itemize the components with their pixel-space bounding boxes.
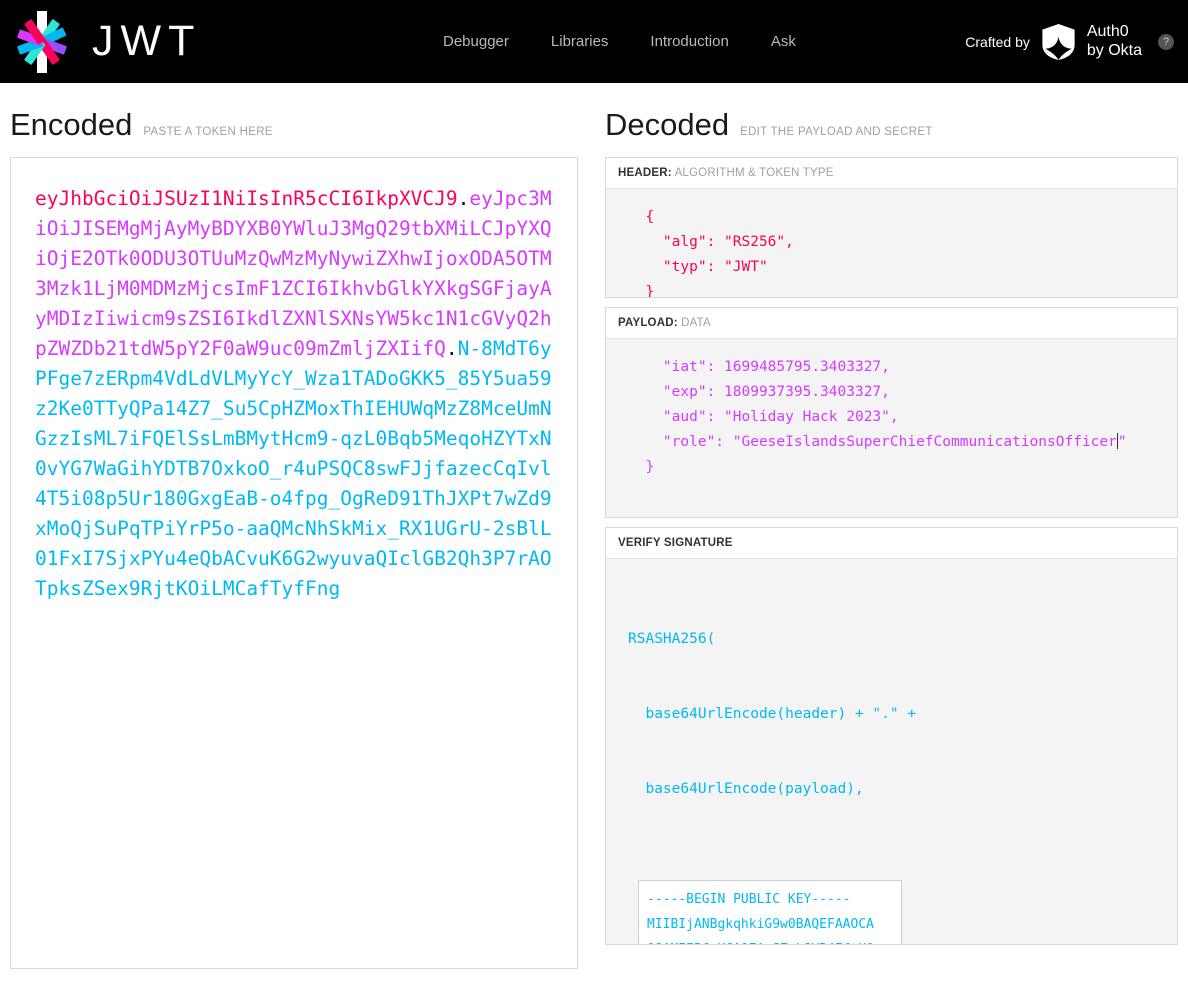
signature-payload-encode-line: base64UrlEncode(payload), (628, 781, 864, 797)
payload-text-before-caret: "iat": 1699485795.3403327, "exp": 180993… (662, 359, 1117, 450)
payload-panel-label-rest: DATA (681, 317, 711, 329)
nav-link-debugger[interactable]: Debugger (443, 33, 509, 50)
header-panel-label-bold: HEADER: (618, 167, 672, 179)
signature-panel-label-bold: VERIFY SIGNATURE (618, 537, 733, 549)
crafted-by-label: Crafted by (965, 33, 1030, 50)
decoded-heading: Decoded EDIT THE PAYLOAD AND SECRET (605, 107, 1178, 143)
crafted-by-block: Crafted by Auth0 by Okta ? (965, 23, 1174, 61)
encoded-subtitle: PASTE A TOKEN HERE (143, 126, 273, 138)
encoded-column: Encoded PASTE A TOKEN HERE eyJhbGciOiJSU… (0, 83, 594, 969)
decoded-title: Decoded (605, 107, 730, 142)
nav-link-libraries[interactable]: Libraries (551, 33, 609, 50)
signature-algorithm-line: RSASHA256( (628, 631, 716, 647)
payload-json-editor[interactable]: "iat": 1699485795.3403327, "exp": 180993… (606, 339, 1177, 517)
decoded-column: Decoded EDIT THE PAYLOAD AND SECRET HEAD… (594, 83, 1188, 969)
public-key-input[interactable] (638, 880, 902, 944)
signature-header-encode-line: base64UrlEncode(header) + "." + (628, 706, 917, 722)
auth0-line-1: Auth0 (1086, 22, 1129, 40)
encoded-token-editor[interactable]: eyJhbGciOiJSUzI1NiIsInR5cCI6IkpXVCJ9.eyJ… (10, 157, 578, 969)
header-panel: HEADER: ALGORITHM & TOKEN TYPE { "alg": … (605, 157, 1178, 298)
public-key-row: , (628, 877, 1155, 944)
decoded-subtitle: EDIT THE PAYLOAD AND SECRET (740, 126, 933, 138)
token-payload-segment: eyJpc3MiOiJISEMgMjAyMyBDYXB0YWluJ3MgQ29t… (35, 187, 552, 360)
token-separator-2: . (445, 337, 458, 360)
payload-panel-label-bold: PAYLOAD: (618, 317, 678, 329)
help-icon[interactable]: ? (1158, 33, 1174, 50)
header-panel-label: HEADER: ALGORITHM & TOKEN TYPE (606, 158, 1177, 189)
signature-panel-label: VERIFY SIGNATURE (606, 528, 1177, 559)
page-body: Encoded PASTE A TOKEN HERE eyJhbGciOiJSU… (0, 83, 1188, 969)
encoded-token-text[interactable]: eyJhbGciOiJSUzI1NiIsInR5cCI6IkpXVCJ9.eyJ… (35, 184, 553, 604)
signature-editor: RSASHA256( base64UrlEncode(header) + "."… (606, 559, 1177, 944)
top-navigation-bar: JWT Debugger Libraries Introduction Ask … (0, 0, 1188, 83)
logo-wordmark: JWT (92, 17, 202, 65)
nav-link-ask[interactable]: Ask (771, 33, 796, 50)
token-signature-segment: N-8MdT6yPFge7zERpm4VdLdVLMyYcY_Wza1TADoG… (35, 337, 552, 600)
jwt-logo-icon (10, 10, 74, 74)
header-json-content[interactable]: { "alg": "RS256", "typ": "JWT" } (606, 189, 1177, 297)
nav-link-introduction[interactable]: Introduction (650, 33, 728, 50)
payload-panel: PAYLOAD: DATA "iat": 1699485795.3403327,… (605, 307, 1178, 518)
header-panel-label-rest: ALGORITHM & TOKEN TYPE (674, 167, 834, 179)
brand-logo[interactable]: JWT (0, 10, 201, 74)
auth0-okta-text: Auth0 by Okta (1087, 23, 1142, 61)
encoded-title: Encoded (10, 107, 133, 142)
encoded-heading: Encoded PASTE A TOKEN HERE (10, 107, 578, 143)
nav-links: Debugger Libraries Introduction Ask (443, 33, 796, 50)
auth0-line-2: by Okta (1086, 41, 1142, 59)
verify-signature-panel: VERIFY SIGNATURE RSASHA256( base64UrlEnc… (605, 527, 1178, 945)
auth0-shield-icon (1042, 23, 1075, 60)
token-separator-1: . (457, 187, 470, 210)
payload-panel-label: PAYLOAD: DATA (606, 308, 1177, 339)
token-header-segment: eyJhbGciOiJSUzI1NiIsInR5cCI6IkpXVCJ9 (35, 187, 458, 210)
